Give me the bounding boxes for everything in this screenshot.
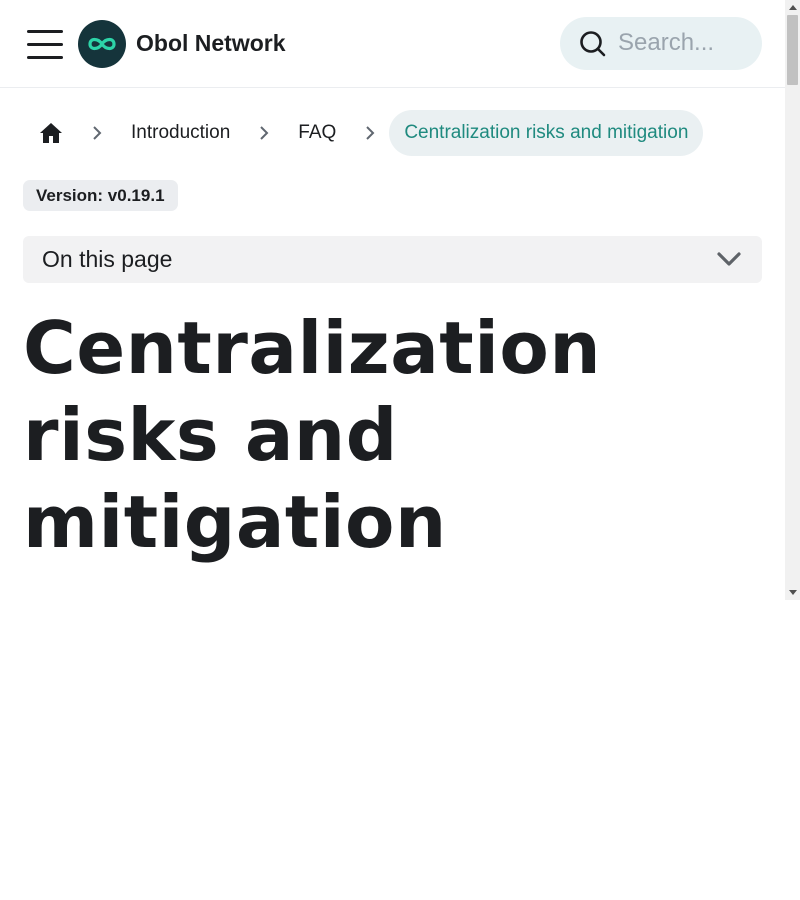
brand-title[interactable]: Obol Network <box>136 30 286 56</box>
breadcrumb-current-page: Centralization risks and mitigation <box>389 110 704 156</box>
breadcrumb-faq[interactable]: FAQ <box>283 110 351 156</box>
page-title: Centralization risks and mitigation <box>23 306 602 564</box>
search-box[interactable] <box>560 17 762 70</box>
home-icon <box>40 123 62 143</box>
chevron-right-icon <box>351 110 389 156</box>
chevron-right-icon <box>245 110 283 156</box>
menu-icon-bar <box>27 42 63 46</box>
scrollbar-thumb[interactable] <box>787 15 798 85</box>
menu-icon-bar <box>27 29 63 33</box>
navbar: Obol Network <box>0 0 785 88</box>
toc-label: On this page <box>42 246 173 272</box>
breadcrumb-home[interactable] <box>24 110 78 156</box>
hamburger-menu-button[interactable] <box>22 24 68 64</box>
chevron-right-icon <box>78 110 116 156</box>
breadcrumb: Introduction FAQ Centralization risks an… <box>24 110 704 156</box>
vertical-scrollbar[interactable] <box>785 0 800 600</box>
infinity-icon <box>88 37 116 51</box>
scroll-down-arrow-icon[interactable] <box>785 585 800 600</box>
chevron-down-icon <box>717 252 741 266</box>
menu-icon-bar <box>27 55 63 59</box>
search-icon <box>580 31 606 57</box>
browser-viewport: Obol Network Introduction FAQ Centraliza… <box>0 0 800 600</box>
on-this-page-dropdown[interactable]: On this page <box>23 236 762 283</box>
scroll-up-arrow-icon[interactable] <box>785 0 800 15</box>
search-input[interactable] <box>618 27 753 59</box>
obol-logo-icon[interactable] <box>78 20 126 68</box>
version-badge: Version: v0.19.1 <box>23 180 178 211</box>
breadcrumb-introduction[interactable]: Introduction <box>116 110 245 156</box>
